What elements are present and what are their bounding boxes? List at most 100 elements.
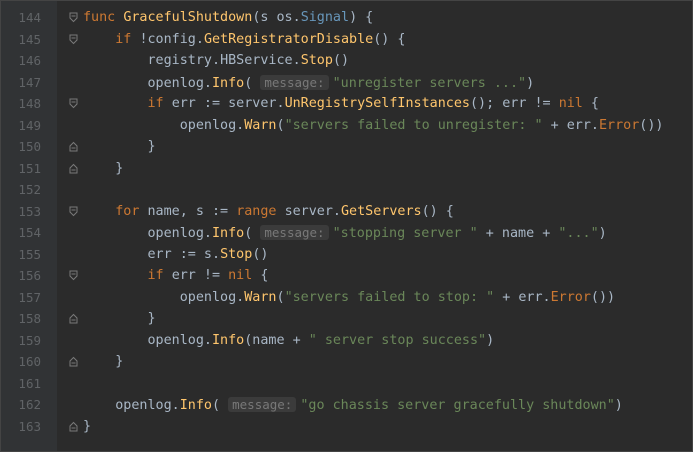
code-line[interactable]: 163}: [1, 416, 692, 438]
code-text[interactable]: func GracefulShutdown(s os.Signal) {: [83, 7, 373, 29]
code-token: "stopping server ": [332, 226, 478, 241]
fold-close-icon[interactable]: [69, 356, 78, 367]
code-line[interactable]: 148 if err := server.UnRegistrySelfInsta…: [1, 93, 692, 115]
line-number: 150: [18, 139, 41, 154]
code-text[interactable]: if err := server.UnRegistrySelfInstances…: [83, 93, 600, 115]
fold-open-icon[interactable]: [69, 34, 78, 45]
code-line[interactable]: 161: [1, 373, 692, 395]
line-number: 152: [18, 182, 41, 197]
code-token: ): [598, 226, 607, 241]
code-token: err !=: [171, 268, 229, 283]
code-text[interactable]: openlog.Info(name + " server stop succes…: [83, 330, 494, 352]
code-token: Info: [212, 226, 245, 241]
code-token: + err.: [494, 289, 551, 305]
code-text[interactable]: openlog.Info( message: "unregister server…: [83, 72, 534, 95]
code-token: }: [83, 311, 156, 326]
fold-close-icon[interactable]: [69, 163, 78, 174]
code-token: + name +: [477, 226, 559, 241]
fold-open-icon[interactable]: [69, 206, 78, 217]
line-number: 145: [18, 31, 41, 47]
code-token: Info: [212, 332, 245, 348]
fold-open-icon[interactable]: [69, 12, 78, 23]
code-token: if: [147, 96, 172, 111]
code-editor[interactable]: 144 func GracefulShutdown(s os.Signal) {1…: [0, 0, 693, 452]
code-text[interactable]: }: [83, 158, 123, 180]
fold-close-icon[interactable]: [69, 421, 78, 432]
code-line[interactable]: 149 openlog.Warn("servers failed to unre…: [1, 115, 692, 137]
code-line[interactable]: 162 openlog.Info( message: "go chassis se…: [1, 394, 692, 416]
parameter-hint: message:: [260, 225, 329, 240]
line-number: 162: [18, 397, 41, 412]
line-number: 159: [18, 332, 41, 348]
code-token: + err.: [542, 117, 599, 133]
fold-open-icon[interactable]: [69, 98, 78, 109]
code-text[interactable]: openlog.Info( message: "stopping server "…: [83, 222, 607, 245]
line-number: 155: [18, 246, 41, 262]
code-token: (s: [252, 10, 277, 25]
code-line[interactable]: 150 }: [1, 136, 692, 158]
line-number: 161: [18, 375, 41, 391]
code-token: .: [292, 53, 301, 68]
code-line[interactable]: 153 for name, s := range server.GetServe…: [1, 201, 692, 223]
code-token: err := server.: [171, 96, 285, 111]
code-token: (name +: [244, 332, 309, 348]
code-text[interactable]: if !config.GetRegistratorDisable() {: [83, 29, 406, 51]
fold-close-icon[interactable]: [69, 141, 78, 152]
code-token: "servers failed to stop: ": [284, 289, 495, 305]
code-token: Info: [212, 75, 245, 91]
code-text[interactable]: err := s.Stop(): [83, 244, 268, 266]
code-token: Warn: [244, 289, 277, 305]
code-text[interactable]: if err != nil {: [83, 265, 269, 287]
code-line[interactable]: 157 openlog.Warn("servers failed to stop…: [1, 287, 692, 309]
code-line[interactable]: 144 func GracefulShutdown(s os.Signal) {: [1, 7, 692, 29]
line-number: 158: [18, 311, 41, 326]
code-token: (: [276, 289, 285, 305]
code-token: UnRegistrySelfInstances: [284, 96, 470, 111]
code-token: }: [83, 139, 156, 154]
code-token: registry.: [83, 53, 221, 68]
code-token: (: [212, 398, 229, 413]
code-token: ()): [639, 117, 664, 133]
code-token: Stop: [220, 246, 253, 262]
code-token: Error: [598, 117, 640, 133]
code-text[interactable]: }: [83, 136, 156, 158]
code-token: }: [83, 418, 92, 434]
code-token: openlog.: [83, 226, 212, 241]
parameter-hint: message:: [260, 74, 329, 90]
code-token: GetServers: [341, 203, 422, 219]
code-token: ): [526, 75, 535, 91]
code-token: openlog.: [83, 398, 180, 413]
code-line[interactable]: 158 }: [1, 308, 692, 330]
code-line[interactable]: 154 openlog.Info( message: "stopping serv…: [1, 222, 692, 244]
fold-open-icon[interactable]: [69, 270, 78, 281]
code-text[interactable]: openlog.Warn("servers failed to stop: " …: [83, 287, 615, 309]
code-token: "servers failed to unregister: ": [284, 117, 543, 133]
code-text[interactable]: openlog.Info( message: "go chassis server…: [83, 394, 623, 417]
code-text[interactable]: }: [83, 308, 156, 330]
code-line[interactable]: 156 if err != nil {: [1, 265, 692, 287]
code-token: Signal: [300, 10, 350, 25]
code-token: () {: [373, 31, 406, 47]
code-line[interactable]: 152: [1, 179, 692, 201]
code-text[interactable]: openlog.Warn("servers failed to unregist…: [83, 115, 664, 137]
code-token: }: [83, 160, 124, 176]
code-line[interactable]: 160 }: [1, 351, 692, 373]
code-text[interactable]: }: [83, 416, 91, 438]
code-line[interactable]: 155 err := s.Stop(): [1, 244, 692, 266]
code-token: "go chassis server gracefully shutdown": [300, 398, 615, 413]
fold-close-icon[interactable]: [69, 313, 78, 324]
code-text[interactable]: registry.HBService.Stop(): [83, 50, 349, 72]
code-text[interactable]: }: [83, 351, 123, 373]
code-line[interactable]: 147 openlog.Info( message: "unregister se…: [1, 72, 692, 94]
code-text[interactable]: for name, s := range server.GetServers()…: [83, 201, 454, 223]
code-line[interactable]: 145 if !config.GetRegistratorDisable() {: [1, 29, 692, 51]
code-token: Error: [550, 289, 591, 305]
code-token: (): [332, 53, 350, 68]
code-lines[interactable]: 144 func GracefulShutdown(s os.Signal) {1…: [1, 7, 692, 437]
code-line[interactable]: 151 }: [1, 158, 692, 180]
code-token: (: [244, 226, 261, 241]
code-line[interactable]: 146 registry.HBService.Stop(): [1, 50, 692, 72]
code-token: GracefulShutdown: [123, 10, 253, 25]
code-line[interactable]: 159 openlog.Info(name + " server stop su…: [1, 330, 692, 352]
